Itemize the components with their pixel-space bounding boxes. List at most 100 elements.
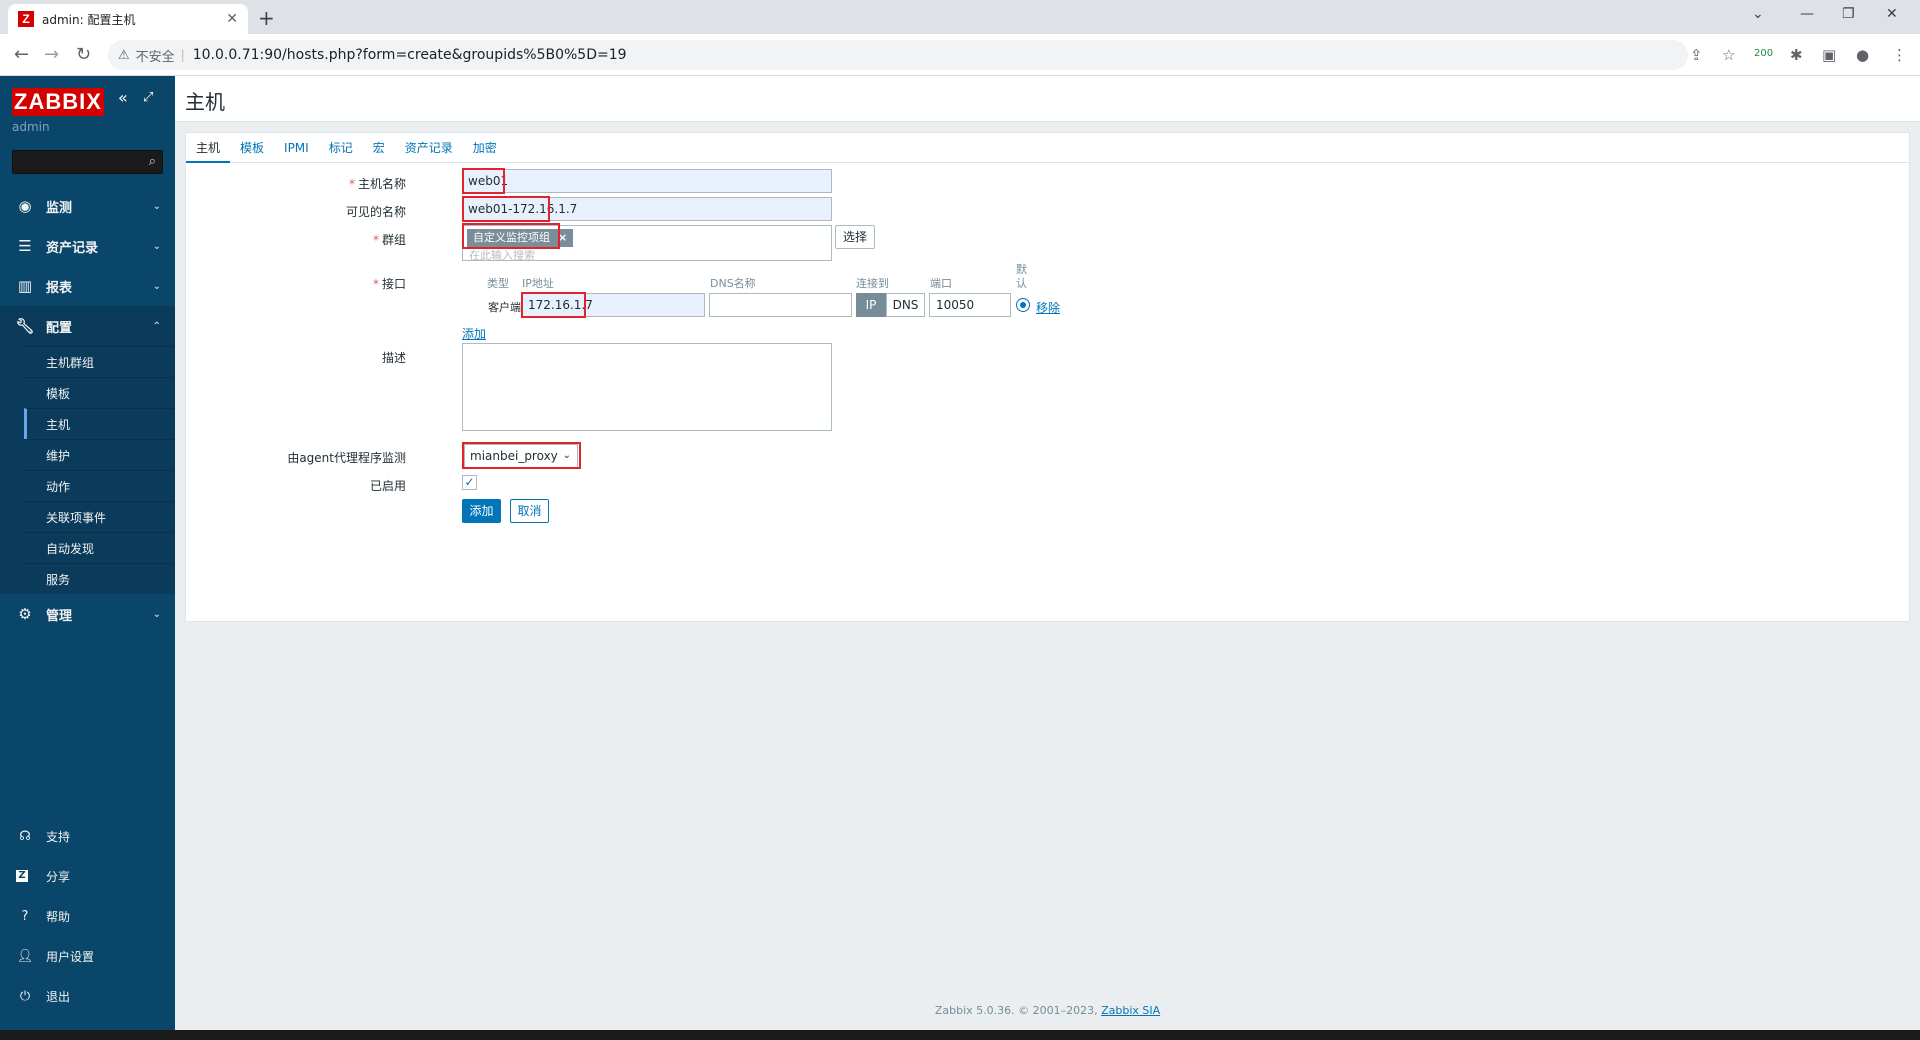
submenu-maintenance[interactable]: 维护 xyxy=(24,439,175,470)
form-tabs: 主机 模板 IPMI 标记 宏 资产记录 加密 xyxy=(186,133,1911,163)
back-icon[interactable]: ← xyxy=(14,44,29,65)
menu-item-configuration[interactable]: 🔧︎ 配置 ⌃ xyxy=(0,306,175,346)
host-name-label: * 主机名称 xyxy=(348,177,406,191)
menu-support[interactable]: ☊ 支持 xyxy=(0,816,175,856)
sidepanel-icon[interactable]: ▣ xyxy=(1822,46,1836,64)
kiosk-mode-icon[interactable]: ⤢ xyxy=(143,90,153,105)
forward-icon[interactable]: → xyxy=(44,44,59,65)
zabbix-favicon: Z xyxy=(18,11,34,27)
menu-label: 用户设置 xyxy=(46,949,95,964)
menu-label: 分享 xyxy=(46,869,71,884)
menu-share[interactable]: Z 分享 xyxy=(0,856,175,896)
chevron-up-icon: ⌃ xyxy=(152,320,161,332)
browser-tabbar: Z admin: 配置主机 ✕ + ⌄ — ❐ ✕ xyxy=(0,0,1920,34)
default-interface-radio[interactable] xyxy=(1016,298,1030,312)
highlight-box xyxy=(462,223,560,249)
add-interface-link[interactable]: 添加 xyxy=(462,325,486,342)
tab-tags[interactable]: 标记 xyxy=(319,133,363,163)
zabbix-logo[interactable]: ZABBIX xyxy=(12,88,104,116)
main-menu: ◉ 监测 ⌄ ☰ 资产记录 ⌄ ▥ 报表 ⌄ 🔧︎ 配置 ⌃ 主机群组 模板 主… xyxy=(0,186,175,634)
menu-item-inventory[interactable]: ☰ 资产记录 ⌄ xyxy=(0,226,175,266)
search-icon[interactable]: ⌕ xyxy=(149,154,156,169)
chevron-down-icon: ⌄ xyxy=(152,608,161,620)
menu-item-administration[interactable]: ⚙ 管理 ⌄ xyxy=(0,594,175,634)
sidebar-search-input[interactable]: ⌕ xyxy=(12,150,163,174)
chart-icon: ▥ xyxy=(17,277,33,295)
select-groups-button[interactable]: 选择 xyxy=(835,225,875,249)
current-user: admin xyxy=(12,120,50,134)
address-bar: ← → ↻ ⚠ 不安全 | 10.0.0.71:90/hosts.php?for… xyxy=(0,34,1920,76)
tab-encryption[interactable]: 加密 xyxy=(463,133,507,163)
url-text: 10.0.0.71:90/hosts.php?form=create&group… xyxy=(192,47,627,63)
page-title: 主机 xyxy=(185,90,225,114)
submenu-discovery[interactable]: 自动发现 xyxy=(24,532,175,563)
connect-ip-toggle[interactable]: IP xyxy=(856,293,886,317)
submenu-event-correlation[interactable]: 关联项事件 xyxy=(24,501,175,532)
col-connect: 连接到 xyxy=(856,277,889,290)
more-menu-icon[interactable]: ⋮ xyxy=(1892,46,1907,64)
menu-item-reports[interactable]: ▥ 报表 ⌄ xyxy=(0,266,175,306)
os-taskbar xyxy=(0,1030,1920,1040)
extensions-icon[interactable]: ✱ xyxy=(1790,46,1803,64)
main-content: 主机 主机 模板 IPMI 标记 宏 资产记录 加密 * 主机名称 web01 可… xyxy=(175,76,1920,1030)
close-window-icon[interactable]: ✕ xyxy=(1886,6,1898,22)
extension-badge[interactable]: 200 xyxy=(1754,48,1773,59)
menu-item-monitoring[interactable]: ◉ 监测 ⌄ xyxy=(0,186,175,226)
minimize-icon[interactable]: — xyxy=(1800,6,1814,22)
groups-label: * 群组 xyxy=(372,233,406,247)
collapse-sidebar-icon[interactable]: « xyxy=(118,88,128,107)
tab-search-icon[interactable]: ⌄ xyxy=(1752,6,1764,22)
share-icon[interactable]: ⇪ xyxy=(1690,46,1703,64)
new-tab-icon[interactable]: + xyxy=(258,6,275,30)
groups-search-placeholder[interactable]: 在此输入搜索 xyxy=(469,247,535,263)
submenu-services[interactable]: 服务 xyxy=(24,563,175,594)
enabled-checkbox[interactable]: ✓ xyxy=(462,475,477,490)
chevron-down-icon: ⌄ xyxy=(152,240,161,252)
restore-icon[interactable]: ❐ xyxy=(1842,6,1855,22)
user-icon: 👤︎ xyxy=(16,948,34,964)
menu-label: 配置 xyxy=(46,320,73,336)
page-header: 主机 xyxy=(175,76,1920,122)
zabbix-sia-link[interactable]: Zabbix SIA xyxy=(1101,1004,1160,1017)
menu-help[interactable]: ? 帮助 xyxy=(0,896,175,936)
tab-inventory[interactable]: 资产记录 xyxy=(395,133,463,163)
submenu-templates[interactable]: 模板 xyxy=(24,377,175,408)
chevron-down-icon: ⌄ xyxy=(152,200,161,212)
browser-tab[interactable]: Z admin: 配置主机 ✕ xyxy=(8,4,248,34)
dns-name-input[interactable] xyxy=(709,293,852,317)
menu-label: 支持 xyxy=(46,829,71,844)
help-icon: ? xyxy=(21,908,29,924)
host-name-input[interactable]: web01 xyxy=(462,169,832,193)
add-button[interactable]: 添加 xyxy=(462,499,501,523)
port-input[interactable]: 10050 xyxy=(929,293,1011,317)
tab-title: admin: 配置主机 xyxy=(42,12,136,27)
menu-sign-out[interactable]: ⏻ 退出 xyxy=(0,976,175,1016)
tab-templates[interactable]: 模板 xyxy=(230,133,274,163)
wrench-icon: 🔧︎ xyxy=(15,317,35,335)
profile-avatar[interactable]: ● xyxy=(1856,46,1869,64)
cancel-button[interactable]: 取消 xyxy=(510,499,549,523)
connect-dns-toggle[interactable]: DNS xyxy=(886,293,925,317)
col-type: 类型 xyxy=(487,277,509,290)
menu-user-settings[interactable]: 👤︎ 用户设置 xyxy=(0,936,175,976)
submenu-actions[interactable]: 动作 xyxy=(24,470,175,501)
url-bar[interactable]: ⚠ 不安全 | 10.0.0.71:90/hosts.php?form=crea… xyxy=(108,40,1688,70)
url-separator: | xyxy=(180,48,185,62)
bookmark-star-icon[interactable]: ☆ xyxy=(1722,46,1735,64)
tab-macros[interactable]: 宏 xyxy=(363,133,395,163)
col-default: 默认 xyxy=(1016,263,1027,290)
description-textarea[interactable] xyxy=(462,343,832,431)
tab-host[interactable]: 主机 xyxy=(186,133,231,163)
gear-icon: ⚙ xyxy=(18,605,32,623)
sidebar: ZABBIX « ⤢ admin ⌕ ◉ 监测 ⌄ ☰ 资产记录 ⌄ ▥ 报表 … xyxy=(0,76,175,1030)
submenu-hosts[interactable]: 主机 xyxy=(24,408,175,439)
remove-interface-link[interactable]: 移除 xyxy=(1036,299,1060,316)
configuration-submenu: 主机群组 模板 主机 维护 动作 关联项事件 自动发现 服务 xyxy=(0,346,175,594)
interface-type: 客户端 xyxy=(488,301,521,314)
reload-icon[interactable]: ↻ xyxy=(76,44,91,65)
tab-ipmi[interactable]: IPMI xyxy=(274,133,319,163)
menu-label: 报表 xyxy=(46,280,73,296)
enabled-label: 已启用 xyxy=(369,479,406,493)
close-tab-icon[interactable]: ✕ xyxy=(226,11,238,27)
submenu-host-groups[interactable]: 主机群组 xyxy=(24,346,175,377)
